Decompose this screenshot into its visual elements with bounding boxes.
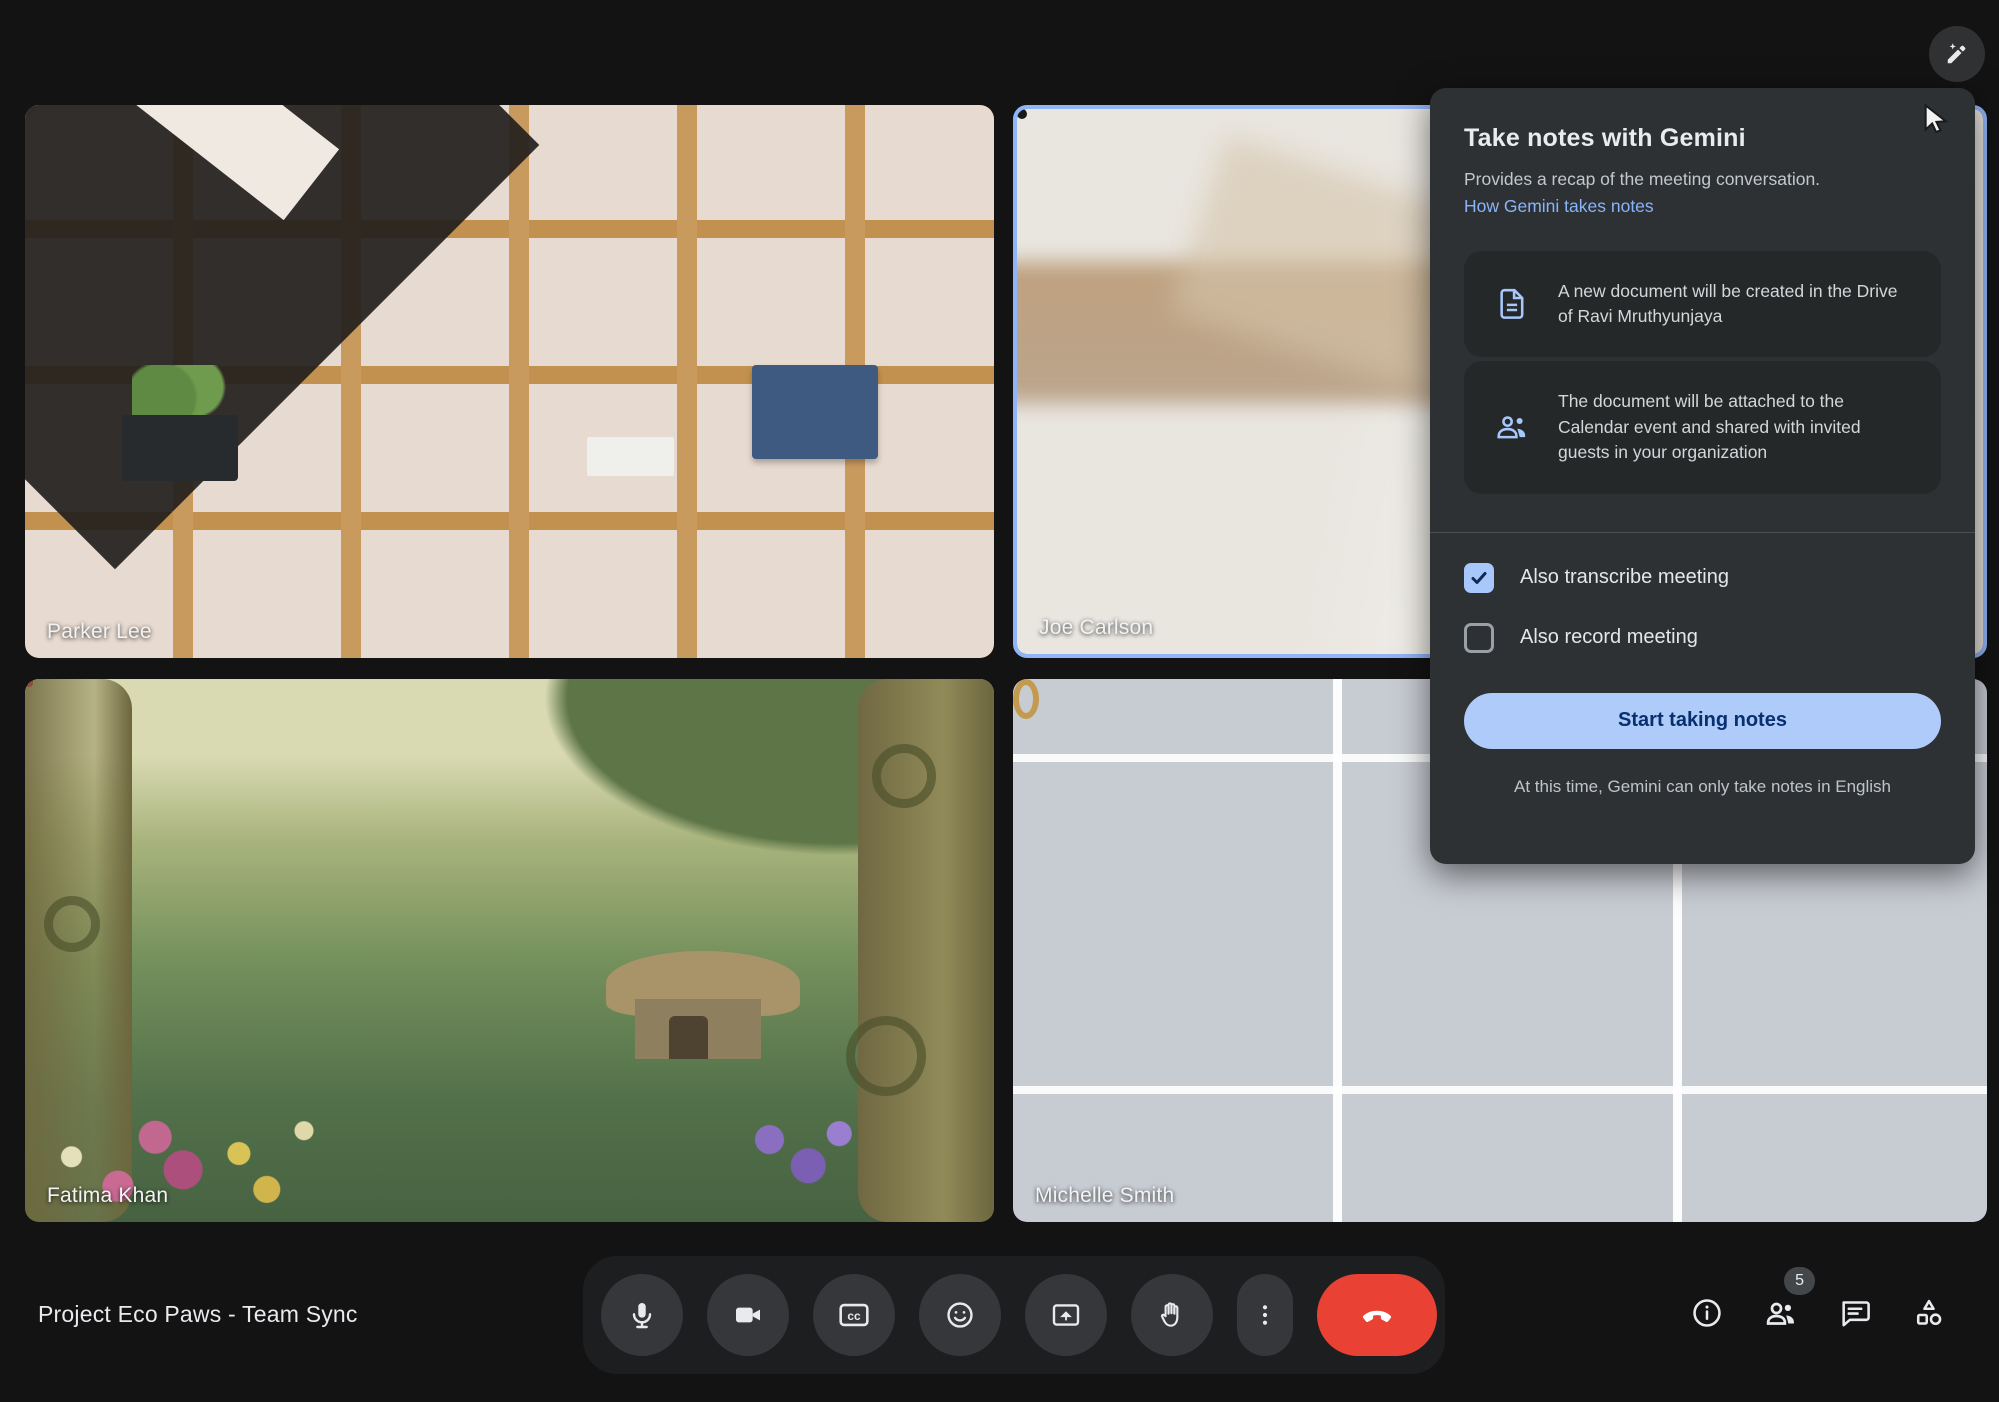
forest-illustration-background	[25, 679, 994, 1222]
video-tile-fatima-khan[interactable]: Fatima Khan	[25, 679, 994, 1222]
end-call-icon	[1359, 1297, 1395, 1333]
option-transcribe-meeting[interactable]: Also transcribe meeting	[1464, 562, 1941, 593]
present-screen-icon	[1050, 1299, 1082, 1331]
planter-box	[121, 414, 239, 482]
panel-title: Take notes with Gemini	[1464, 124, 1746, 152]
option-record-meeting[interactable]: Also record meeting	[1464, 622, 1941, 653]
svg-text:cc: cc	[847, 1309, 861, 1323]
participant-name-label: Michelle Smith	[1035, 1184, 1175, 1207]
cottage-door	[669, 1015, 709, 1060]
captions-icon: cc	[837, 1298, 871, 1332]
books-decoration	[587, 436, 675, 476]
info-card-text: A new document will be created in the Dr…	[1558, 280, 1898, 326]
meeting-side-controls: 5	[1677, 1267, 1959, 1343]
chat-icon	[1838, 1296, 1872, 1330]
chat-button[interactable]	[1825, 1283, 1885, 1343]
microphone-button[interactable]	[601, 1274, 683, 1356]
checkbox-checked-icon[interactable]	[1464, 562, 1494, 593]
end-call-button[interactable]	[1317, 1274, 1437, 1356]
activities-icon	[1912, 1296, 1946, 1330]
person-smile	[25, 679, 33, 687]
person-earring	[1013, 679, 1039, 719]
more-options-icon	[1251, 1301, 1279, 1329]
participant-name-label: Parker Lee	[47, 620, 152, 643]
captions-button[interactable]: cc	[813, 1274, 895, 1356]
take-notes-button[interactable]	[1929, 26, 1985, 82]
info-icon	[1690, 1296, 1724, 1330]
raise-hand-button[interactable]	[1131, 1274, 1213, 1356]
smiley-icon	[944, 1299, 976, 1331]
meeting-title: Project Eco Paws - Team Sync	[38, 1301, 358, 1327]
pencil-sparkle-icon	[1942, 39, 1972, 69]
panel-footnote: At this time, Gemini can only take notes…	[1513, 776, 1891, 796]
vine-swirl	[846, 1015, 927, 1096]
google-meet-window: Parker Lee Joe Carlson Fatima Khan Miche…	[0, 0, 1999, 1402]
storage-box	[751, 364, 878, 459]
gemini-notes-panel: Take notes with Gemini Provides a recap …	[1430, 88, 1975, 864]
panel-divider	[1430, 531, 1975, 533]
call-controls: cc	[583, 1256, 1445, 1374]
video-tile-parker-lee[interactable]: Parker Lee	[25, 105, 994, 658]
people-share-icon	[1490, 408, 1534, 446]
raised-hand-icon	[1156, 1299, 1188, 1331]
participant-count-badge: 5	[1784, 1267, 1815, 1295]
bookshelf-background	[25, 105, 994, 658]
checkbox-unchecked-icon[interactable]	[1464, 622, 1494, 653]
camera-button[interactable]	[707, 1274, 789, 1356]
purple-flowers	[722, 1091, 878, 1212]
option-label: Also transcribe meeting	[1520, 566, 1729, 588]
plant-decoration	[131, 364, 229, 421]
info-card-document: A new document will be created in the Dr…	[1464, 250, 1941, 358]
info-cards: A new document will be created in the Dr…	[1464, 250, 1941, 494]
document-icon	[1490, 286, 1534, 322]
start-taking-notes-button[interactable]: Start taking notes	[1464, 692, 1941, 749]
participant-name-label: Fatima Khan	[47, 1184, 169, 1207]
mouse-cursor	[1922, 104, 1952, 138]
people-icon	[1763, 1295, 1799, 1331]
people-button[interactable]: 5	[1751, 1267, 1815, 1343]
present-screen-button[interactable]	[1025, 1274, 1107, 1356]
meeting-details-button[interactable]	[1677, 1283, 1737, 1343]
vine-swirl	[871, 744, 936, 809]
option-label: Also record meeting	[1520, 626, 1698, 648]
participant-name-label: Joe Carlson	[1039, 616, 1154, 639]
camera-icon	[732, 1299, 764, 1331]
panel-description: Provides a recap of the meeting conversa…	[1464, 169, 1821, 189]
info-card-text: The document will be attached to the Cal…	[1558, 391, 1861, 463]
activities-button[interactable]	[1899, 1283, 1959, 1343]
reactions-button[interactable]	[919, 1274, 1001, 1356]
info-card-sharing: The document will be attached to the Cal…	[1464, 361, 1941, 494]
microphone-icon	[626, 1299, 658, 1331]
meeting-bottom-bar: Project Eco Paws - Team Sync cc 5	[0, 1225, 1999, 1402]
how-gemini-takes-notes-link[interactable]: How Gemini takes notes	[1464, 196, 1654, 217]
more-options-button[interactable]	[1237, 1274, 1293, 1356]
